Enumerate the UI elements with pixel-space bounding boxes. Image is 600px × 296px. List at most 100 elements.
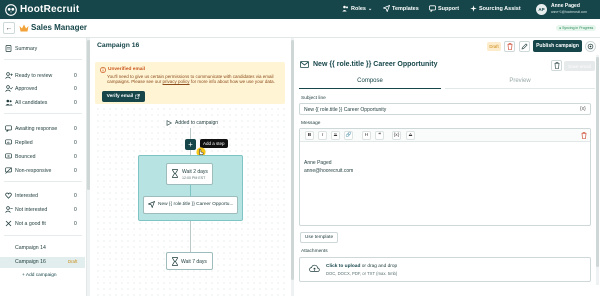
sidebar-item-approved[interactable]: Approved 0 [0,83,87,94]
sidebar-item-replied[interactable]: Replied 0 [0,137,87,148]
subject-input[interactable]: New {{ role.title }} Career Opportunity [299,103,591,115]
upload-file-types: DOC, DOCX, PDF, or TXT (max. 5mb) [326,271,398,276]
sidebar-item-label: Bounced [15,153,36,160]
heading-button[interactable]: H [362,131,371,140]
sidebar-item-label: Approved [15,85,38,92]
status-badge: Draft [487,42,501,51]
arrow-left-icon: ← [5,24,13,32]
link-button[interactable]: 🔗 [344,131,353,140]
sidebar-item-non-responsive[interactable]: Non-responsive 0 [0,165,87,176]
sidebar-item-label: Ready to review [15,72,53,79]
user-name[interactable]: Anne Paged [551,3,580,9]
sidebar-item-all-candidates[interactable]: All candidates 0 [0,97,87,108]
sidebar-item-label: Non-responsive [15,167,52,174]
hourglass-icon [172,257,178,266]
publish-campaign-button[interactable]: Publish campaign [533,40,582,52]
divider [4,235,82,236]
click-to-upload-link[interactable]: Click to upload [326,264,360,269]
count-badge: 0 [74,99,77,106]
sidebar: Summary Ready to review 0 Approved 0 All… [0,38,87,296]
add-campaign-link[interactable]: + Add campaign [22,273,57,278]
nav-templates[interactable]: Templates [383,5,419,12]
clear-editor-button[interactable] [579,131,588,140]
tab-preview[interactable]: Preview [445,78,595,89]
count-badge: 0 [74,125,77,132]
clear-format-button[interactable]: A [406,131,415,140]
delete-campaign-button[interactable] [504,41,515,52]
email-step-card[interactable]: New {{ role.title }} Career Opportu... [143,196,238,214]
sidebar-item-not-a-good-fit[interactable]: Not a good fit 0 [0,218,87,229]
sidebar-item-label: Awaiting response [15,125,58,132]
nav-support[interactable]: Support [429,5,459,12]
privacy-policy-link[interactable]: privacy policy [163,79,190,84]
sidebar-scrollbar-thumb[interactable] [87,40,90,190]
trigger-added-to-campaign: Added to campaign [166,120,218,126]
page-title: Sales Manager [31,23,88,32]
nav-templates-label: Templates [392,5,419,12]
use-template-button[interactable]: Use template [300,232,338,243]
nav-sourcing-assist[interactable]: Sourcing Assist [470,5,521,12]
envelope-icon [300,61,309,68]
strikethrough-button[interactable]: S [331,131,340,140]
avatar[interactable]: AP [536,4,547,15]
reply-icon [5,139,12,145]
nav-sourcing-label: Sourcing Assist [479,5,521,12]
sidebar-item-interested[interactable]: Interested 0 [0,190,87,201]
upload-instructions: Click to upload or drag and drop [326,264,397,269]
draft-badge: Draft [68,259,78,264]
sidebar-item-awaiting-response[interactable]: Awaiting response 0 [0,123,87,134]
tab-compose[interactable]: Compose [299,78,441,89]
nav-roles[interactable]: Roles ⌄ [342,5,372,12]
settings-button[interactable] [585,41,596,52]
document-icon [5,45,12,52]
heart-icon [5,192,12,199]
chat-off-icon [5,167,12,174]
wait-step-card[interactable]: Wait 2 days 12:00 PM EST [166,163,213,185]
sidebar-item-ready-to-review[interactable]: Ready to review 0 [0,70,87,81]
chat-bubble-icon [5,125,12,132]
delete-email-button[interactable] [551,60,562,71]
campaign-item-active[interactable]: Campaign 16 Draft [0,257,85,268]
sparkle-icon [470,5,477,12]
pencil-icon [521,43,528,50]
quote-button[interactable]: ❝ [375,131,384,140]
alert-text: for more info about how we use your data… [189,79,275,85]
sidebar-item-not-interested[interactable]: Not interested 0 [0,204,87,215]
connector-line [190,221,191,252]
add-step-button[interactable]: + [185,139,196,150]
users-icon [5,99,13,106]
divider [4,113,82,114]
divider [4,181,82,182]
wait-step-time: 12:00 PM EST [182,176,206,180]
bold-button[interactable]: B [305,131,314,140]
edit-campaign-button[interactable] [519,41,530,52]
syncing-status-badge: ● Syncing in Progress [556,25,597,31]
campaign-item[interactable]: Campaign 14 [0,243,85,254]
wait-step-card[interactable]: Wait 7 days [166,252,213,270]
insert-variable-button[interactable]: {x} [580,106,586,112]
attachment-dropzone[interactable]: Click to upload or drag and drop DOC, DO… [299,257,591,282]
variable-button[interactable]: {x} [392,131,401,140]
trash-icon [554,62,559,69]
logo[interactable]: HootRecruit [5,3,79,16]
italic-button[interactable]: I [318,131,327,140]
nav-roles-label: Roles [351,5,366,12]
user-email: anne+1@hootrecruit.com [551,10,587,14]
editor-body[interactable]: Anne Paged anne@hoorecruit.com [304,160,353,175]
campaign-label: Campaign 14 [15,245,46,251]
count-badge: 0 [74,206,77,213]
editor-scrollbar-thumb[interactable] [596,57,599,267]
cloud-upload-icon [309,264,320,272]
sidebar-item-summary[interactable]: Summary [0,43,87,54]
sidebar-item-label: Summary [15,45,38,52]
count-badge: 0 [74,85,77,92]
sidebar-item-bounced[interactable]: Bounced 0 [0,151,87,162]
save-email-button[interactable]: Save email [564,61,595,71]
page-header: ← Sales Manager ● Syncing in Progress [0,19,600,38]
paper-plane-icon [148,201,155,208]
count-badge: 0 [74,139,77,146]
message-editor[interactable]: B I S 🔗 H ❝ {x} A Anne Paged anne@hoorec… [299,128,591,226]
back-button[interactable]: ← [3,22,15,34]
sidebar-item-label: Not a good fit [15,220,46,227]
verify-email-button[interactable]: Verify email [102,91,145,102]
